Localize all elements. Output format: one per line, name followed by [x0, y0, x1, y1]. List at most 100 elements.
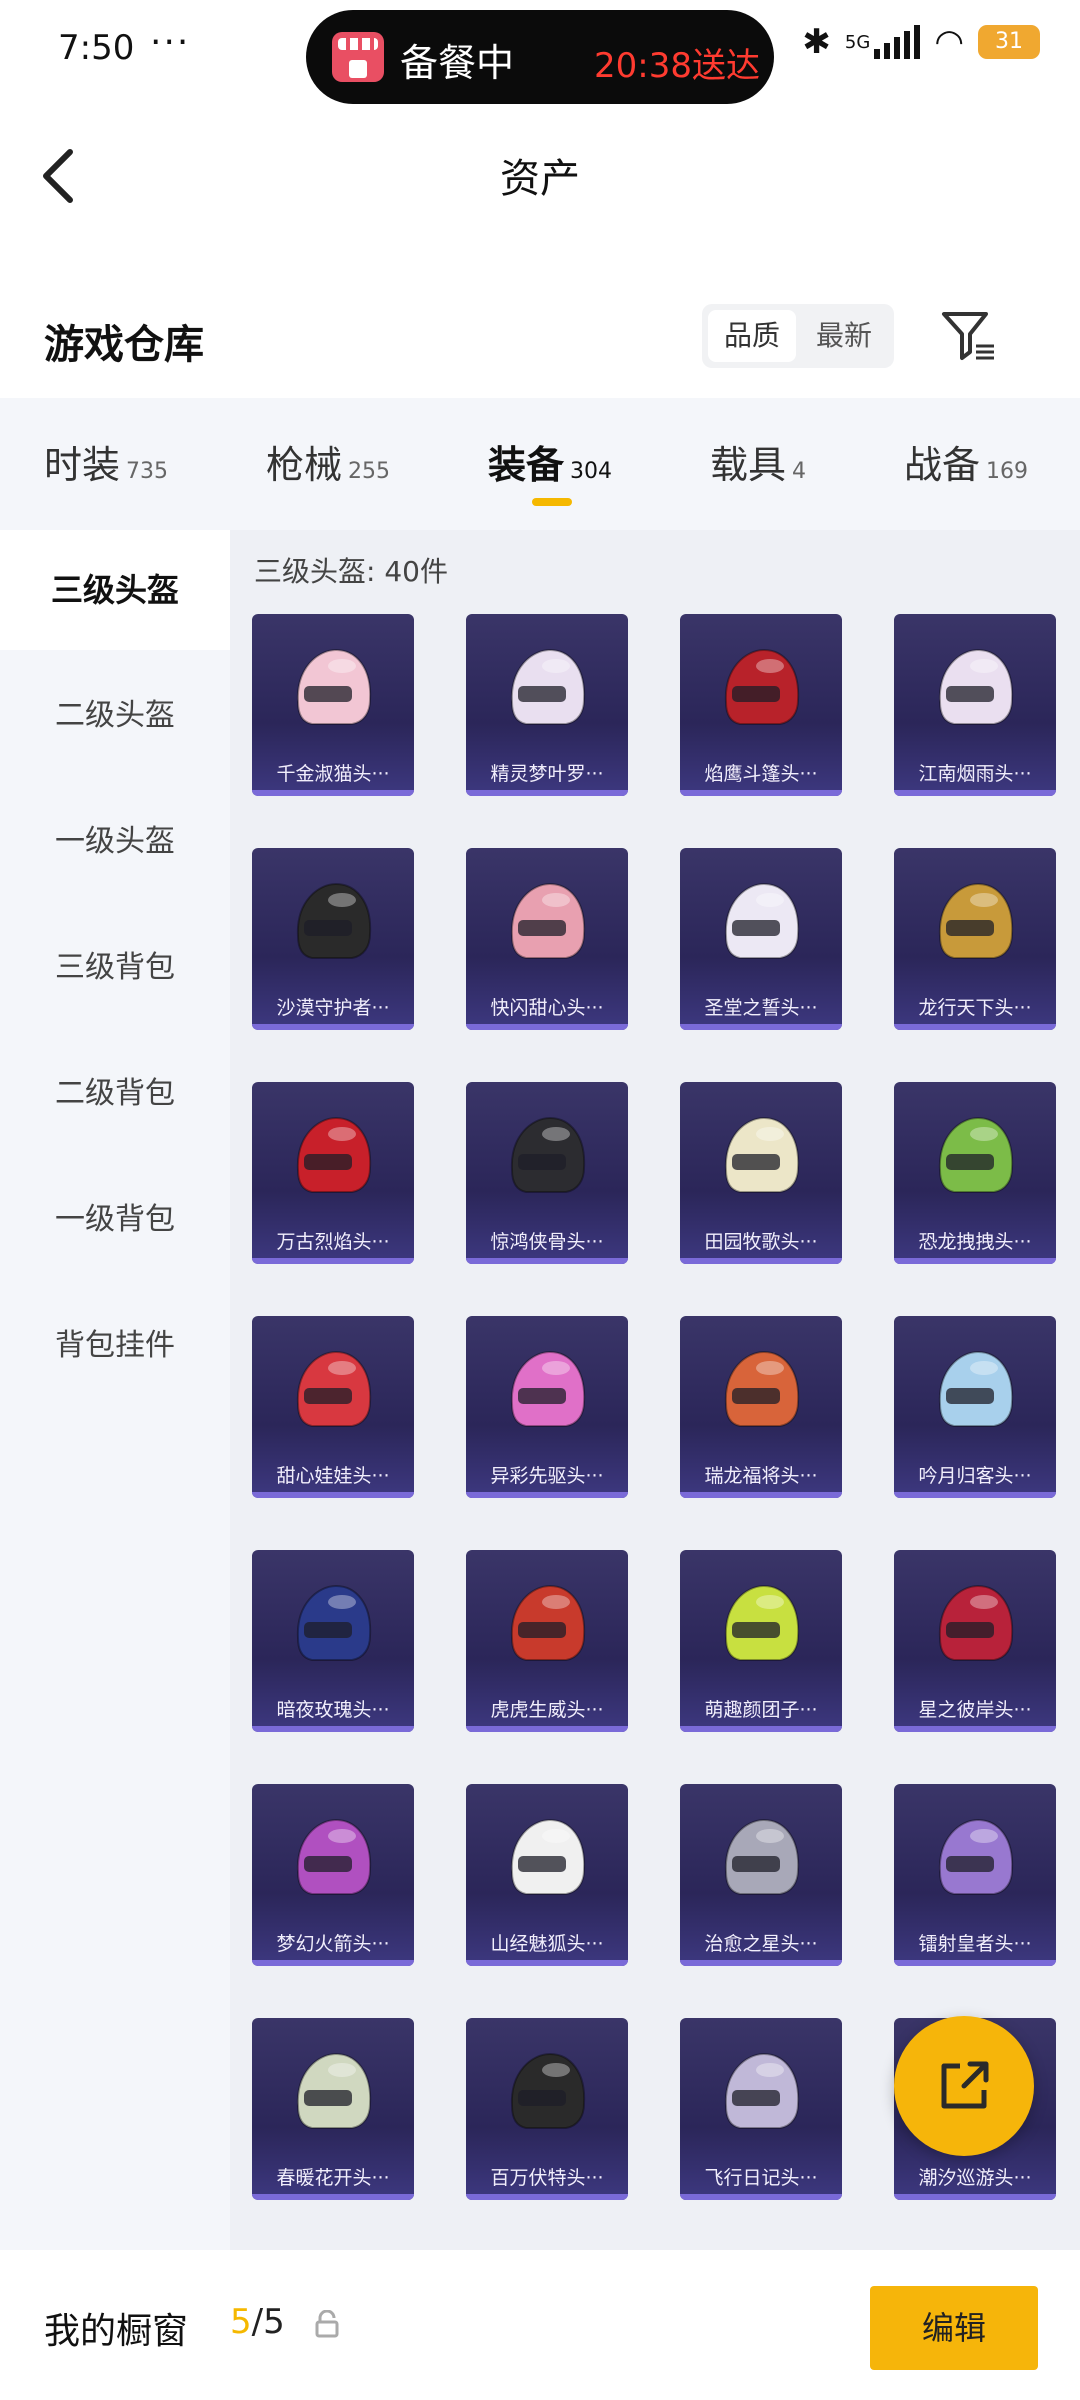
share-icon [941, 2061, 989, 2109]
filter-icon[interactable] [940, 308, 996, 364]
tab-fashion[interactable]: 时装 735 [44, 434, 168, 490]
dynamic-island[interactable]: 备餐中 20:38送达 [306, 10, 774, 104]
item-card[interactable]: 虎虎生威头··· [466, 1550, 628, 1732]
sort-newest-button[interactable]: 最新 [800, 310, 888, 362]
category-tabs: 时装 735 枪械 255 装备 304 载具 4 战备 169 [0, 398, 1080, 530]
tab-count: 255 [348, 459, 391, 484]
item-card[interactable]: 山经魅狐头··· [466, 1784, 628, 1966]
item-card[interactable]: 镭射皇者头··· [894, 1784, 1056, 1966]
item-card[interactable]: 田园牧歌头··· [680, 1082, 842, 1264]
item-name: 山经魅狐头··· [490, 1933, 604, 1955]
tab-count: 304 [570, 459, 613, 484]
share-button[interactable] [894, 2016, 1034, 2156]
item-card[interactable]: 沙漠守护者··· [252, 848, 414, 1030]
item-card[interactable]: 梦幻火箭头··· [252, 1784, 414, 1966]
item-name: 瑞龙福将头··· [704, 1465, 818, 1487]
item-card[interactable]: 萌趣颜团子··· [680, 1550, 842, 1732]
tab-firearms[interactable]: 枪械 255 [266, 434, 390, 490]
helmet-image [724, 648, 800, 725]
item-name: 治愈之星头··· [704, 1933, 818, 1955]
item-card[interactable]: 星之彼岸头··· [894, 1550, 1056, 1732]
island-delivery-time: 20:38送达 [594, 46, 760, 86]
tab-count: 4 [792, 459, 807, 484]
active-tab-indicator [532, 498, 572, 506]
showcase-current: 5 [230, 2302, 252, 2342]
helmet-image [510, 882, 586, 959]
tab-label: 载具 [710, 443, 787, 487]
lock-icon [315, 2310, 339, 2338]
tab-supplies[interactable]: 战备 169 [904, 434, 1028, 490]
item-card[interactable]: 恐龙拽拽头··· [894, 1082, 1056, 1264]
item-card[interactable]: 异彩先驱头··· [466, 1316, 628, 1498]
helmet-image [938, 1818, 1014, 1895]
item-card[interactable]: 江南烟雨头··· [894, 614, 1056, 796]
helmet-image [510, 1350, 586, 1427]
item-name: 异彩先驱头··· [490, 1465, 604, 1487]
item-card[interactable]: 百万伏特头··· [466, 2018, 628, 2200]
more-dots-icon: ··· [150, 22, 191, 63]
item-name: 吟月归客头··· [918, 1465, 1032, 1487]
tab-count: 735 [126, 459, 169, 484]
item-card[interactable]: 瑞龙福将头··· [680, 1316, 842, 1498]
tab-label: 战备 [904, 443, 981, 487]
item-grid-area: 三级头盔: 40件 千金淑猫头··· 精灵梦叶罗··· 焰鹰斗篷头··· 江南烟雨头·… [230, 530, 1080, 2250]
item-card[interactable]: 焰鹰斗篷头··· [680, 614, 842, 796]
helmet-image [296, 1350, 372, 1427]
showcase-count: 5/5 [230, 2302, 285, 2342]
item-name: 春暖花开头··· [276, 2167, 390, 2189]
sort-quality-button[interactable]: 品质 [708, 310, 796, 362]
item-name: 精灵梦叶罗··· [490, 763, 604, 785]
sidebar-item-backpack-charm[interactable]: 背包挂件 [0, 1286, 230, 1406]
item-name: 虎虎生威头··· [490, 1699, 604, 1721]
helmet-image [296, 1818, 372, 1895]
helmet-image [296, 882, 372, 959]
item-name: 田园牧歌头··· [704, 1231, 818, 1253]
wifi-icon: ◠ [934, 22, 964, 62]
helmet-image [938, 1350, 1014, 1427]
sidebar-item-level1-backpack[interactable]: 一级背包 [0, 1160, 230, 1280]
item-name: 萌趣颜团子··· [704, 1699, 818, 1721]
helmet-image [510, 2052, 586, 2129]
sidebar-item-level2-backpack[interactable]: 二级背包 [0, 1034, 230, 1154]
item-card[interactable]: 春暖花开头··· [252, 2018, 414, 2200]
item-name: 焰鹰斗篷头··· [704, 763, 818, 785]
item-card[interactable]: 暗夜玫瑰头··· [252, 1550, 414, 1732]
item-name: 梦幻火箭头··· [276, 1933, 390, 1955]
sidebar-item-level1-helmet[interactable]: 一级头盔 [0, 782, 230, 902]
bluetooth-icon: ✱ [802, 22, 831, 62]
showcase-total: /5 [251, 2302, 285, 2342]
showcase-label: 我的橱窗 [44, 2311, 189, 2352]
item-name: 飞行日记头··· [704, 2167, 818, 2189]
item-card[interactable]: 万古烈焰头··· [252, 1082, 414, 1264]
item-card[interactable]: 千金淑猫头··· [252, 614, 414, 796]
helmet-image [296, 2052, 372, 2129]
item-name: 甜心娃娃头··· [276, 1465, 390, 1487]
item-card[interactable]: 飞行日记头··· [680, 2018, 842, 2200]
item-name: 百万伏特头··· [490, 2167, 604, 2189]
sidebar-item-level3-backpack[interactable]: 三级背包 [0, 908, 230, 1028]
helmet-image [510, 648, 586, 725]
tab-label: 装备 [488, 443, 565, 487]
item-card[interactable]: 快闪甜心头··· [466, 848, 628, 1030]
battery-icon: 31 [978, 25, 1040, 59]
item-card[interactable]: 圣堂之誓头··· [680, 848, 842, 1030]
sort-toggle: 品质 最新 [702, 304, 894, 368]
item-card[interactable]: 惊鸿侠骨头··· [466, 1082, 628, 1264]
sidebar-item-level3-helmet[interactable]: 三级头盔 [0, 530, 230, 650]
tab-equipment[interactable]: 装备 304 [488, 434, 612, 490]
item-card[interactable]: 治愈之星头··· [680, 1784, 842, 1966]
item-card[interactable]: 龙行天下头··· [894, 848, 1056, 1030]
status-indicators: ✱ 5G ◠ 31 [802, 22, 1040, 62]
helmet-image [296, 1584, 372, 1661]
helmet-image [510, 1818, 586, 1895]
item-card[interactable]: 甜心娃娃头··· [252, 1316, 414, 1498]
sidebar-item-level2-helmet[interactable]: 二级头盔 [0, 656, 230, 776]
item-card[interactable]: 吟月归客头··· [894, 1316, 1056, 1498]
item-name: 江南烟雨头··· [918, 763, 1032, 785]
item-name: 快闪甜心头··· [490, 997, 604, 1019]
helmet-image [938, 1116, 1014, 1193]
tab-vehicles[interactable]: 载具 4 [710, 434, 806, 490]
edit-button[interactable]: 编辑 [870, 2286, 1038, 2370]
helmet-image [296, 1116, 372, 1193]
item-card[interactable]: 精灵梦叶罗··· [466, 614, 628, 796]
